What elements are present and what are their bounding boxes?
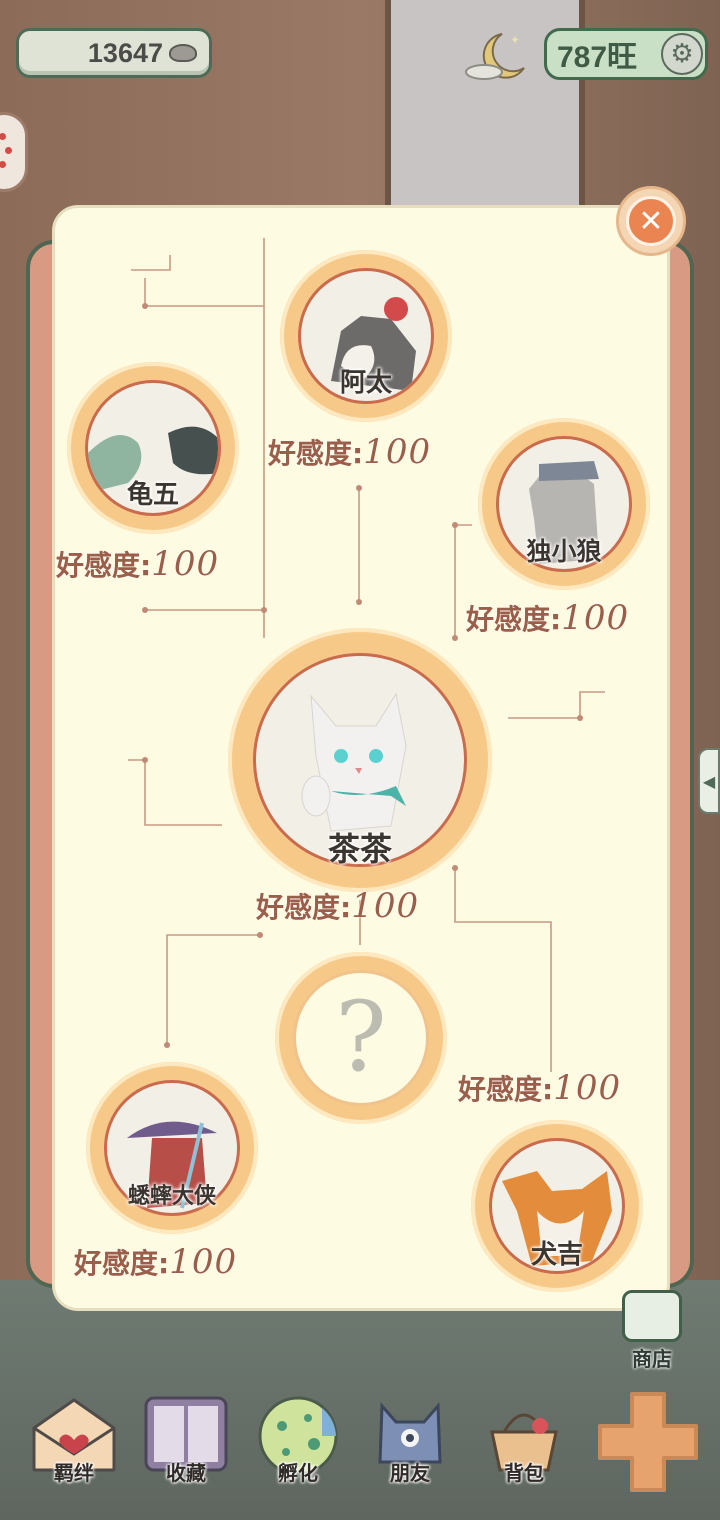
character-name: 独小狼 xyxy=(526,538,602,566)
nav-bond[interactable]: 羁绊 xyxy=(22,1392,126,1492)
shop-button[interactable]: 商店 xyxy=(616,1286,688,1378)
affinity-prefix: 好感度: xyxy=(268,437,364,470)
currency-counter: 787旺 ⚙ xyxy=(544,28,708,80)
coin-value: 13647 xyxy=(87,37,163,68)
affinity-label: 好感度:100 xyxy=(256,886,419,926)
moon-icon[interactable]: ✦ xyxy=(462,28,532,82)
nav-label: 背包 xyxy=(504,1463,544,1485)
shop-label: 商店 xyxy=(632,1349,672,1371)
nav-label: 收藏 xyxy=(166,1463,206,1485)
affinity-value: 100 xyxy=(363,432,432,472)
nav-hatch[interactable]: 孵化 xyxy=(246,1392,350,1492)
character-node-duxiaolang[interactable]: 独小狼 xyxy=(478,418,650,590)
coin-counter: 13647 xyxy=(16,28,212,78)
add-button[interactable] xyxy=(592,1386,704,1498)
affinity-value: 100 xyxy=(553,1068,622,1108)
nav-friends[interactable]: 朋友 xyxy=(358,1392,462,1492)
affinity-value: 100 xyxy=(169,1242,238,1282)
character-node-guiwu[interactable]: 龟五 xyxy=(67,362,239,534)
nav-label: 孵化 xyxy=(278,1463,318,1485)
affinity-value: 100 xyxy=(151,544,220,584)
side-ball-button[interactable] xyxy=(0,112,28,192)
affinity-label: 好感度:100 xyxy=(56,544,219,584)
nav-backpack[interactable]: 背包 xyxy=(472,1392,576,1492)
affinity-value: 100 xyxy=(351,886,420,926)
svg-text:✦: ✦ xyxy=(510,33,520,47)
character-name: 茶茶 xyxy=(327,831,392,867)
side-expand-tab[interactable]: ◀ xyxy=(698,748,720,814)
character-name: 阿太 xyxy=(339,367,392,397)
affinity-prefix: 好感度: xyxy=(256,891,352,924)
chevron-left-icon: ◀ xyxy=(702,771,716,791)
unknown-character-node[interactable]: ? xyxy=(275,952,447,1124)
nav-label: 朋友 xyxy=(390,1463,430,1485)
affinity-prefix: 好感度: xyxy=(74,1247,170,1280)
character-node-quanji[interactable]: 犬吉 xyxy=(471,1120,643,1292)
affinity-label: 好感度:100 xyxy=(458,1068,621,1108)
character-node-chacha[interactable]: 茶茶 xyxy=(228,628,492,892)
question-mark-icon: ? xyxy=(335,981,387,1093)
character-node-cricket-hero[interactable]: 蟋蟀大侠 xyxy=(86,1062,258,1234)
gear-icon[interactable]: ⚙ xyxy=(661,33,703,75)
character-name: 蟋蟀大侠 xyxy=(127,1183,216,1208)
affinity-prefix: 好感度: xyxy=(458,1073,554,1106)
locked-portrait: ? xyxy=(293,970,429,1106)
character-name: 犬吉 xyxy=(530,1239,583,1269)
character-node-atai[interactable]: 阿太 xyxy=(280,250,452,422)
currency-value: 787旺 xyxy=(557,41,638,74)
close-button[interactable]: ✕ xyxy=(616,186,686,256)
affinity-prefix: 好感度: xyxy=(56,549,152,582)
affinity-value: 100 xyxy=(561,598,630,638)
ingot-icon xyxy=(169,44,197,62)
shop-icon xyxy=(622,1290,682,1342)
affinity-label: 好感度:100 xyxy=(268,432,431,472)
close-icon: ✕ xyxy=(626,196,676,246)
nav-label: 羁绊 xyxy=(54,1463,94,1485)
nav-collection[interactable]: 收藏 xyxy=(134,1392,238,1492)
character-name: 龟五 xyxy=(126,479,179,509)
affinity-label: 好感度:100 xyxy=(74,1242,237,1282)
